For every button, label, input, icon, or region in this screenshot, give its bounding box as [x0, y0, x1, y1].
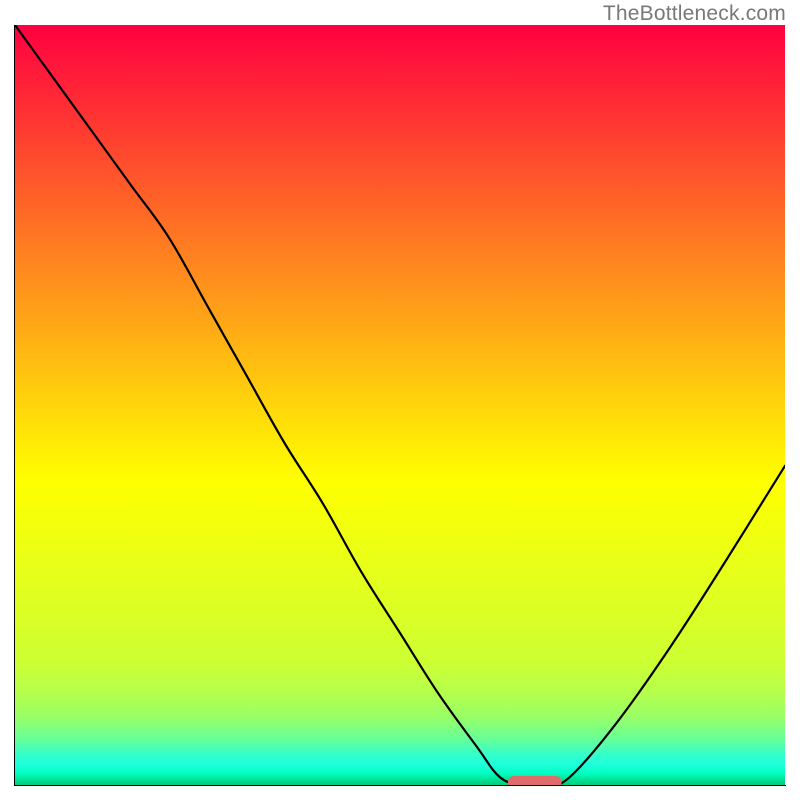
plot-area	[15, 25, 785, 785]
optimal-marker	[508, 776, 562, 785]
x-axis	[14, 785, 786, 786]
bottleneck-chart: TheBottleneck.com	[0, 0, 800, 800]
bottleneck-curve	[15, 25, 785, 785]
chart-svg	[15, 25, 785, 785]
watermark-text: TheBottleneck.com	[603, 2, 786, 26]
y-axis	[14, 25, 15, 786]
